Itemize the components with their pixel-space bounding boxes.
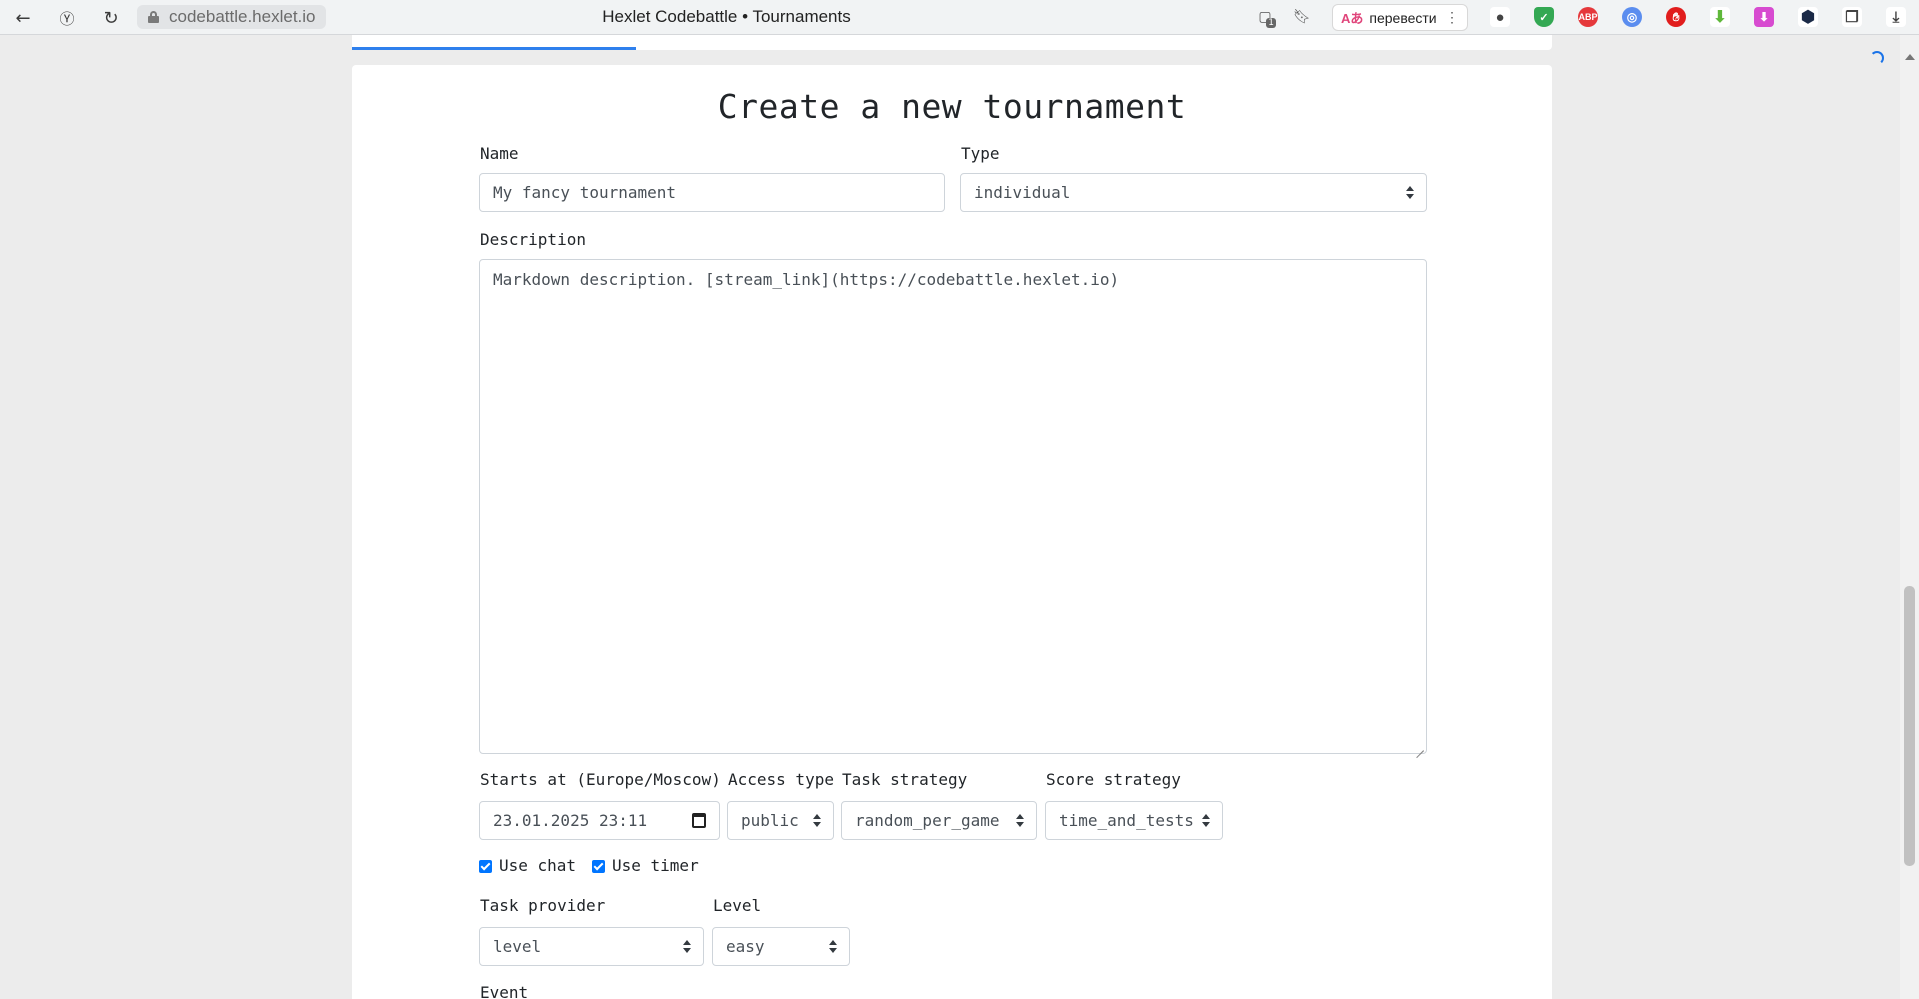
translate-button[interactable]: Aあ перевести ⋮ [1332,4,1468,31]
type-select-value: individual [974,183,1071,202]
page-title: Create a new tournament [717,87,1187,126]
select-arrows-icon [829,940,837,954]
event-label: Event [480,983,529,999]
address-bar-url: codebattle.hexlet.io [169,7,316,26]
address-bar[interactable]: codebattle.hexlet.io [137,5,326,29]
access-type-label: Access type [728,770,834,789]
score-strategy-label: Score strategy [1046,770,1181,789]
more-vertical-icon[interactable]: ⋮ [1445,9,1459,26]
task-strategy-select[interactable]: random_per_game [841,801,1037,840]
bookmark-icon[interactable]: 🔖︎ [1291,6,1313,28]
shield-extension-icon[interactable]: ✓ [1534,7,1554,27]
description-textarea-value: Markdown description. [stream_link](http… [493,270,1120,289]
task-provider-select[interactable]: level [479,927,704,966]
access-type-select[interactable]: public [727,801,834,840]
task-strategy-label: Task strategy [842,770,968,789]
score-strategy-select[interactable]: time_and_tests [1045,801,1223,840]
page-tab-title: Hexlet Codebattle • Tournaments [602,7,851,26]
browser-toolbar: ← Ⓨ ↻ codebattle.hexlet.io Hexlet Codeba… [0,0,1919,35]
level-label: Level [713,896,762,915]
name-label: Name [480,144,519,163]
description-label: Description [480,230,586,249]
level-select[interactable]: easy [712,927,850,966]
download-pink-extension-icon[interactable]: ⬇︎ [1754,7,1774,27]
use-chat-checkbox[interactable] [479,860,492,873]
calendar-icon[interactable] [692,813,706,828]
use-chat-label[interactable]: Use chat [499,856,576,875]
scrollbar-thumb[interactable] [1904,586,1915,866]
type-label: Type [961,144,1000,163]
protect-icon[interactable]: ▢ 1 [1254,6,1276,28]
description-textarea[interactable]: Markdown description. [stream_link](http… [479,259,1427,754]
translate-icon: Aあ [1341,11,1364,26]
lock-icon [148,11,159,23]
header-progress-accent [352,47,636,50]
stop-extension-icon[interactable]: ✋︎ [1666,7,1686,27]
name-input-value: My fancy tournament [493,183,677,202]
starts-at-input[interactable]: 23.01.2025 23:11 [479,801,720,840]
search-extension-icon[interactable]: ◎ [1622,7,1642,27]
level-value: easy [726,937,765,956]
yandex-logo-icon[interactable]: Ⓨ [54,5,80,31]
select-arrows-icon [1406,186,1414,200]
loading-spinner-icon [1870,51,1884,65]
create-tournament-card: Create a new tournament Name My fancy to… [352,65,1552,999]
select-arrows-icon [1202,814,1210,828]
task-provider-value: level [493,937,542,956]
resize-handle-icon[interactable] [1414,741,1424,751]
reload-icon[interactable]: ↻ [98,5,124,31]
scroll-up-arrow-icon[interactable] [1905,54,1915,60]
access-type-value: public [741,811,799,830]
protect-badge: 1 [1266,18,1276,28]
task-strategy-value: random_per_game [855,811,1000,830]
use-timer-checkbox[interactable] [592,860,605,873]
select-arrows-icon [813,814,821,828]
adblock-extension-icon[interactable]: ABP [1578,7,1598,27]
score-strategy-value: time_and_tests [1059,811,1194,830]
translate-label: перевести [1369,9,1437,26]
download-green-extension-icon[interactable]: ⬇︎ [1710,7,1730,27]
use-timer-label[interactable]: Use timer [612,856,699,875]
back-arrow-icon[interactable]: ← [10,5,36,31]
hexagon-extension-icon[interactable]: ⬢ [1798,7,1818,27]
select-arrows-icon [1016,814,1024,828]
select-arrows-icon [683,940,691,954]
task-provider-label: Task provider [480,896,606,915]
starts-at-value: 23.01.2025 23:11 [493,811,648,830]
collections-icon[interactable]: ❐ [1842,7,1862,27]
name-input[interactable]: My fancy tournament [479,173,945,212]
starts-at-label: Starts at (Europe/Moscow) [480,770,721,789]
header-card [352,35,1552,50]
downloads-icon[interactable]: ⤓ [1886,7,1906,27]
bulb-extension-icon[interactable]: ● [1490,7,1510,27]
type-select[interactable]: individual [960,173,1427,212]
